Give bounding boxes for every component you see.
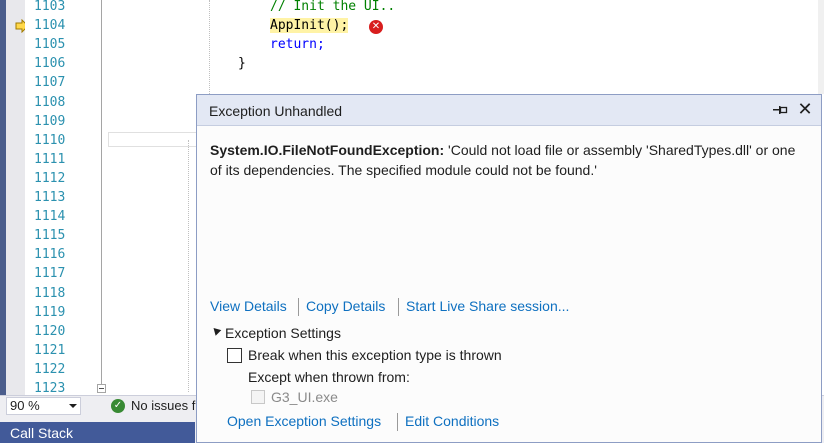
link-separator (398, 298, 399, 316)
line-number: 1121 (34, 342, 66, 358)
exception-header: Exception Unhandled ✕ (197, 95, 821, 126)
collapse-toggle[interactable] (97, 384, 106, 393)
expand-triangle-icon[interactable] (210, 325, 222, 336)
indicator-margin[interactable] (6, 0, 29, 395)
exception-title: Exception Unhandled (209, 103, 343, 119)
break-checkbox[interactable] (227, 348, 242, 363)
error-icon: ✕ (369, 20, 383, 34)
line-number: 1113 (34, 190, 66, 205)
code-return: return; (270, 37, 325, 52)
line-number: 1117 (34, 266, 66, 282)
issues-status[interactable]: No issues f (131, 398, 195, 413)
code-comment: // Init the UI.. (270, 0, 396, 14)
check-icon: ✓ (111, 399, 125, 413)
line-number: 1115 (34, 228, 66, 244)
tab-call-stack[interactable]: Call Stack (0, 422, 195, 443)
caret-line-box (108, 132, 203, 147)
line-number: 1104 (34, 18, 66, 34)
line-number: 1109 (34, 113, 66, 129)
break-checkbox-label: Break when this exception type is thrown (248, 347, 502, 363)
copy-details-link[interactable]: Copy Details (306, 298, 385, 314)
open-exception-settings-link[interactable]: Open Exception Settings (227, 413, 381, 429)
module-checkbox[interactable] (251, 390, 265, 404)
vertical-scrollbar[interactable] (818, 0, 824, 94)
outline-line (101, 0, 102, 392)
exception-type: System.IO.FileNotFoundException: (210, 142, 445, 158)
exception-message: System.IO.FileNotFoundException: 'Could … (210, 140, 810, 180)
line-number: 1120 (34, 323, 66, 339)
line-number: 1110 (34, 132, 66, 148)
chevron-down-icon (69, 404, 77, 408)
line-number: 1105 (34, 37, 66, 53)
exception-popup: Exception Unhandled ✕ System.IO.FileNotF… (196, 94, 822, 443)
zoom-value: 90 % (10, 398, 40, 413)
live-share-link[interactable]: Start Live Share session... (406, 298, 569, 314)
indent-guide (188, 140, 189, 392)
module-checkbox-label: G3_UI.exe (271, 389, 338, 405)
line-number: 1119 (34, 304, 66, 320)
line-number: 1103 (34, 0, 66, 14)
zoom-dropdown[interactable]: 90 % (6, 397, 81, 415)
link-separator (298, 298, 299, 316)
close-icon[interactable]: ✕ (796, 101, 814, 119)
line-number-gutter: 1103 1104 1105 1106 1107 1108 1109 1110 1111 1112… (25, 0, 85, 396)
except-label: Except when thrown from: (248, 369, 410, 385)
code-brace: } (238, 56, 246, 71)
line-number: 1106 (34, 56, 66, 72)
line-number: 1116 (34, 247, 66, 263)
link-separator (397, 413, 398, 431)
line-number: 1118 (34, 285, 66, 301)
pin-icon[interactable] (772, 103, 788, 117)
line-number: 1122 (34, 361, 66, 377)
view-details-link[interactable]: View Details (210, 298, 287, 314)
line-number: 1108 (34, 94, 66, 110)
line-number: 1111 (34, 151, 66, 167)
edit-conditions-link[interactable]: Edit Conditions (405, 413, 499, 429)
current-statement: AppInit(); (270, 18, 349, 33)
exception-settings-header: Exception Settings (225, 325, 341, 341)
line-number: 1112 (34, 170, 66, 186)
line-number: 1114 (34, 209, 66, 225)
code-call: AppInit(); (270, 16, 349, 35)
line-number: 1107 (34, 75, 66, 91)
